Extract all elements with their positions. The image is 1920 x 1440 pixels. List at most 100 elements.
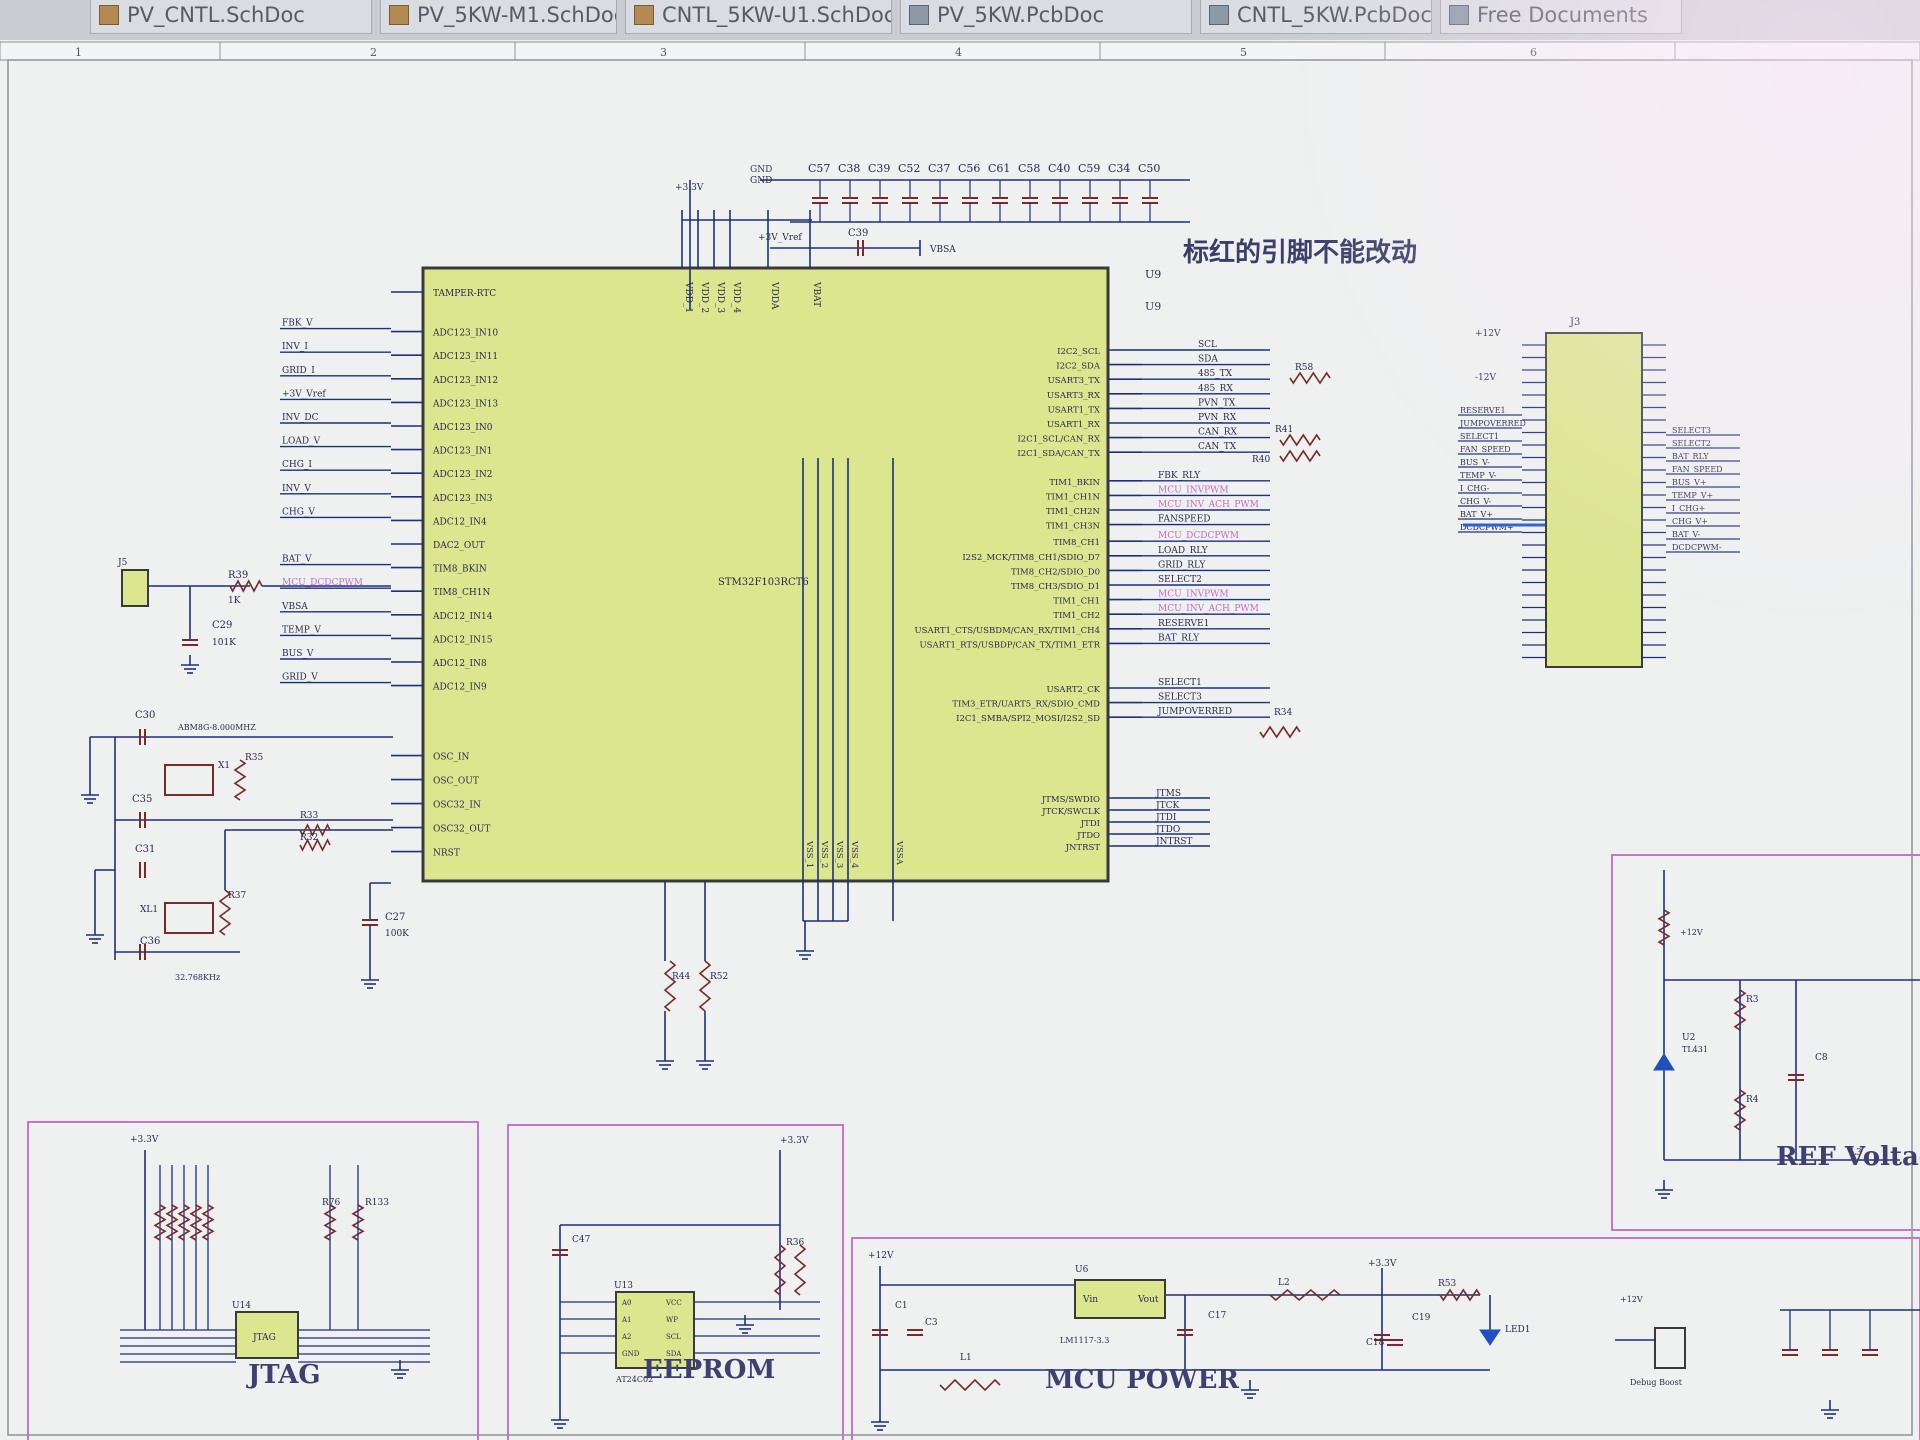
eeprom-section-title: EEPROM: [643, 1355, 776, 1385]
mcu-pin-name: ADC123_IN13: [432, 399, 498, 409]
net-label: TEMP_V+: [1672, 491, 1713, 500]
inductor-L1: [939, 1378, 1001, 1392]
net-label: BAT_RLY: [1158, 633, 1200, 643]
schematic-canvas[interactable]: 1 2 3 4 5 6 U9 STM32F103RCT6 TAMPER-RTC ADC123_IN…: [0, 40, 1920, 1440]
resistor-R35: [233, 759, 247, 801]
connector-ref: J5: [117, 558, 128, 568]
crystal-XL1: [164, 902, 214, 934]
tab-3[interactable]: PV_5KW.PcbDoc: [900, 0, 1192, 34]
mcu-pin-name: NRST: [433, 849, 460, 859]
pullup-resistor: [189, 1204, 203, 1241]
schematic-sheet[interactable]: 1 2 3 4 5 6 U9 STM32F103RCT6 TAMPER-RTC ADC123_IN…: [0, 40, 1920, 1440]
net-label: FAN_SPEED: [1460, 445, 1511, 454]
pcb-document-icon: [1209, 5, 1229, 25]
mcu-pin-name: JTDI: [1080, 819, 1100, 829]
cap-ref: C56: [958, 162, 980, 175]
mcu-pin-name: DAC2_OUT: [433, 541, 485, 551]
net-label: JTDO: [1155, 825, 1180, 835]
cap-value: 101K: [212, 638, 236, 648]
net-label: SELECT1: [1460, 432, 1499, 441]
net-label: SELECT3: [1672, 426, 1711, 435]
net-label: LOAD_RLY: [1158, 546, 1209, 556]
mcu-pin-name: VSS_4: [849, 840, 859, 868]
net-label: RESERVE1: [1158, 619, 1209, 629]
mcu-body[interactable]: [421, 266, 1110, 883]
supply-label: +3.3V: [130, 1135, 159, 1145]
mcu-pin-name: OSC32_OUT: [433, 825, 490, 835]
ic-pin: Vout: [1137, 1295, 1159, 1305]
mcu-pin-name: JTMS/SWDIO: [1041, 795, 1100, 805]
mcu-pin-name: TIM1_CH1N: [1046, 492, 1101, 502]
ic-pin: VCC: [665, 1299, 682, 1307]
supply-label: +3.3V: [675, 183, 704, 193]
mcu-power-section-title: MCU POWER: [1045, 1365, 1240, 1395]
cap-ref: C59: [1078, 162, 1100, 175]
cap-ref: C50: [1138, 162, 1160, 175]
tab-4[interactable]: CNTL_5KW.PcbDoc: [1200, 0, 1432, 34]
mcu-part: STM32F103RCT6: [718, 577, 809, 588]
resistor-ref: R52: [710, 972, 728, 982]
supply-label: +3.3V: [1368, 1259, 1397, 1269]
cap-ref: C31: [135, 844, 155, 855]
mcu-pin-name: I2C1_SMBA/SPI2_MOSI/I2S2_SD: [956, 714, 1100, 724]
zener-diode-U2: [1653, 1053, 1675, 1071]
led-LED1: [1479, 1329, 1501, 1346]
mcu-pin-name: VSS_2: [819, 840, 829, 868]
net-label: DCDCPWM-: [1672, 543, 1722, 552]
tab-2[interactable]: CNTL_5KW-U1.SchDoc: [625, 0, 892, 34]
mcu-pin-name: TIM8_CH3/SDIO_D1: [1011, 582, 1100, 592]
net-label: RESERVE1: [1460, 406, 1506, 415]
tab-0[interactable]: PV_CNTL.SchDoc: [90, 0, 372, 34]
mcu-pin-name: VSS_3: [834, 840, 844, 868]
mcu-pin-name: TIM8_CH2/SDIO_D0: [1011, 567, 1100, 577]
crystal-X1: [164, 764, 214, 796]
tab-5[interactable]: Free Documents: [1440, 0, 1682, 34]
cap-ref: C58: [1018, 162, 1040, 175]
cap-ref: C52: [898, 162, 920, 175]
supply-label: +12V: [1680, 928, 1703, 937]
resistor-ref: R133: [365, 1198, 389, 1208]
net-label: BUS_V: [282, 649, 314, 659]
net-label: I_CHG-: [1460, 484, 1490, 493]
resistor-ref: R44: [672, 972, 691, 982]
mcu-pin-name: VDD_3: [715, 281, 725, 313]
mcu-ref: U9: [1145, 268, 1161, 281]
cap-ref: C37: [928, 162, 950, 175]
document-tab-bar: PV_CNTL.SchDoc PV_5KW-M1.SchDoc CNTL_5KW-U…: [0, 0, 1920, 41]
supply-label: +3.3V: [780, 1136, 809, 1146]
crystal-ref: X1: [218, 761, 230, 771]
ruler-label: 2: [370, 46, 377, 59]
tab-1[interactable]: PV_5KW-M1.SchDoc: [380, 0, 617, 34]
cap-ref: C27: [385, 912, 405, 923]
mcu-pin-name: ADC12_IN15: [432, 635, 493, 645]
cap-ref: C36: [140, 936, 160, 947]
net-label: GRID_I: [282, 366, 315, 376]
cap-ref: C35: [132, 794, 152, 805]
mcu-pin-name: VDDA: [769, 281, 779, 310]
mcu-pin-name: VSS_1: [804, 840, 814, 868]
mcu-pin-name: ADC123_IN3: [432, 494, 493, 504]
mcu-pin-name: ADC123_IN10: [432, 329, 498, 339]
ruler-label: 1: [75, 46, 82, 59]
tab-label: PV_5KW.PcbDoc: [937, 3, 1105, 27]
net-label: FAN_SPEED: [1672, 465, 1723, 474]
resistor-ref: R53: [1438, 1279, 1457, 1289]
net-label: SELECT2: [1158, 575, 1202, 585]
ic-pin: A1: [621, 1316, 632, 1324]
net-label: MCU_DCDCPWM: [1158, 531, 1239, 541]
mcu-pin-name: ADC123_IN12: [432, 376, 498, 386]
mcu-pin-name: JNTRST: [1065, 843, 1101, 853]
net-label: BAT_V+: [1460, 510, 1493, 519]
mcu-pin-name: TIM1_BKIN: [1049, 478, 1100, 488]
tab-label: Free Documents: [1477, 3, 1648, 27]
mcu-pin-name: OSC_IN: [433, 753, 469, 763]
ic-pin: WP: [666, 1316, 678, 1324]
supply-label: +12V: [1475, 329, 1501, 339]
ic-pin: SCL: [666, 1333, 681, 1341]
mcu-pin-name: USART3_TX: [1048, 376, 1101, 386]
resistor-R39: [229, 579, 263, 593]
resistor-R53: [1439, 1288, 1481, 1302]
net-label: CHG_V-: [1460, 497, 1492, 506]
resistor-ref: R39: [228, 570, 248, 581]
cap-ref: C57: [808, 162, 830, 175]
